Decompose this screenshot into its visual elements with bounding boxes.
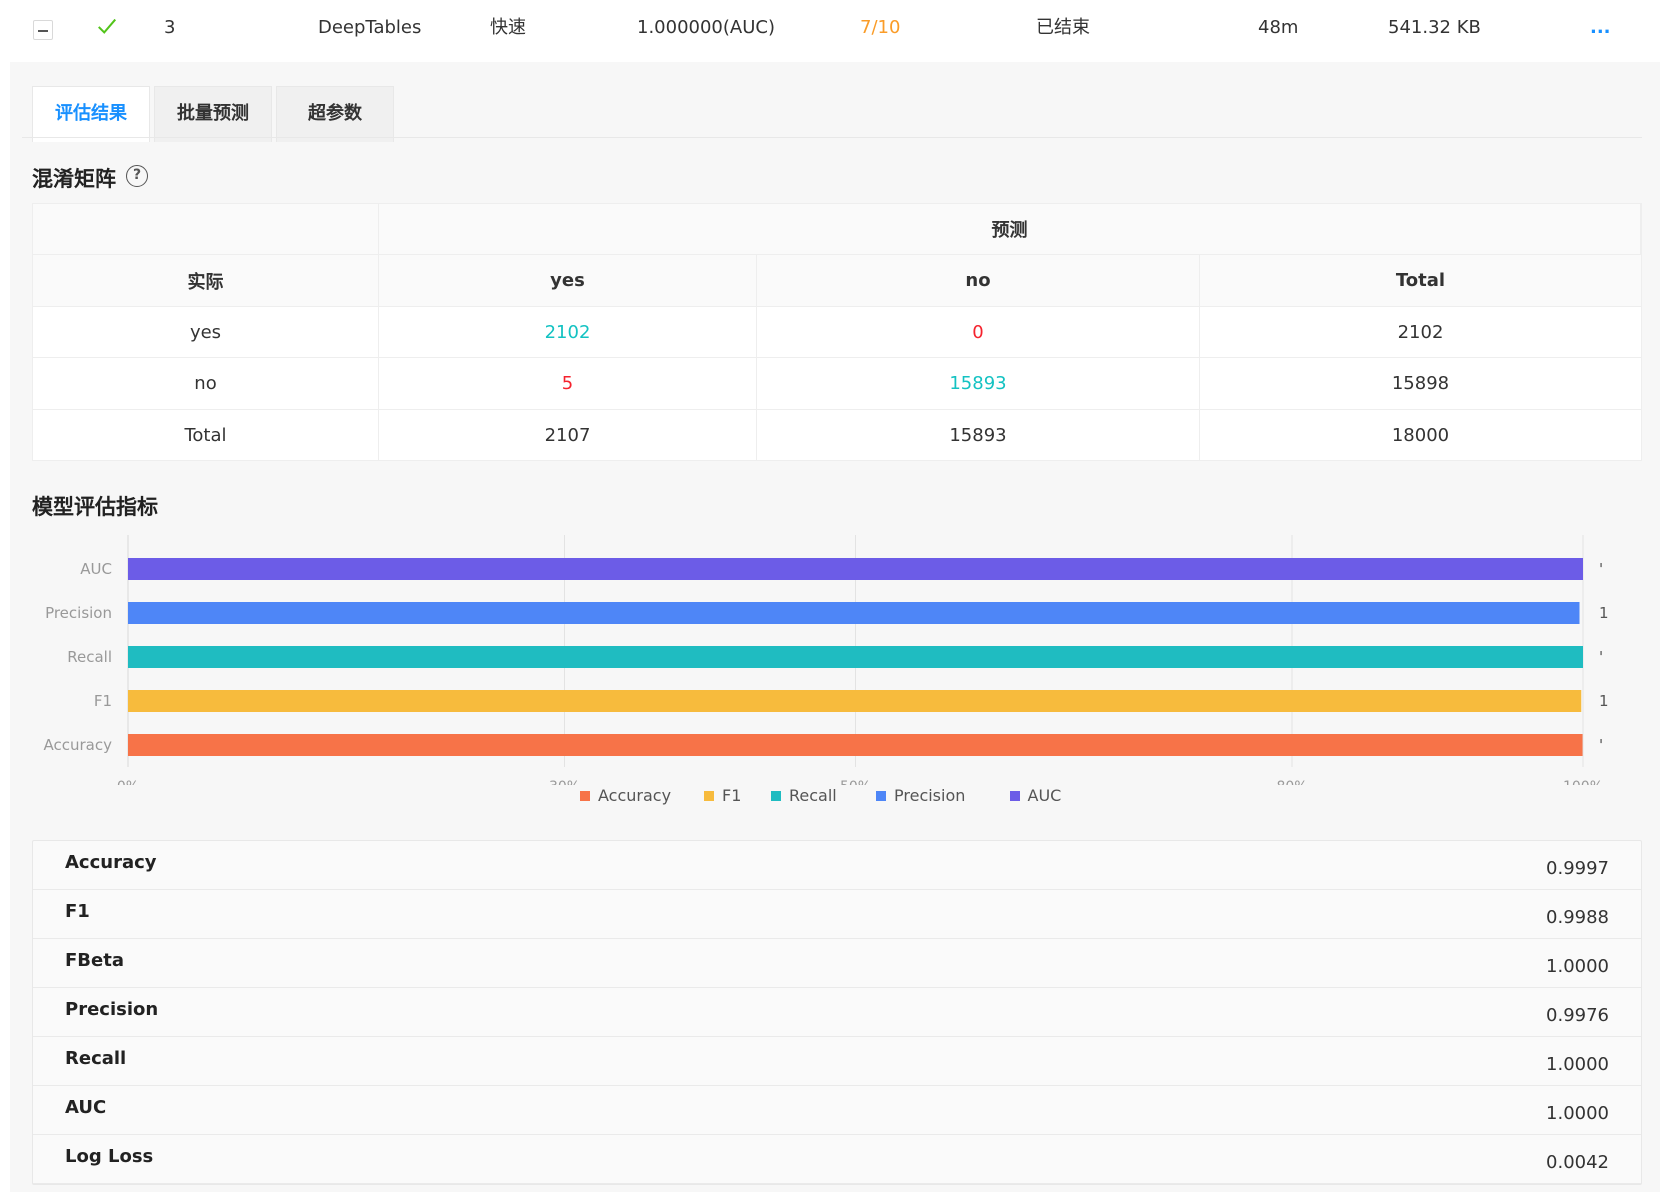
metrics-title: 模型评估指标: [32, 495, 158, 519]
cm-cell-fn: 0: [757, 307, 1200, 358]
bar-value-label: 1: [1599, 604, 1609, 622]
y-category-label: Recall: [67, 648, 112, 666]
cm-corner: [33, 204, 379, 255]
cm-row-label: yes: [33, 307, 379, 358]
x-tick-label: 30%: [549, 779, 580, 785]
bar-precision: [128, 602, 1580, 624]
legend-swatch: [876, 791, 886, 801]
metric-name: AUC: [65, 1097, 107, 1118]
legend-item[interactable]: Recall: [771, 786, 837, 806]
x-tick-label: 50%: [840, 779, 871, 785]
cm-cell-grand-total: 18000: [1391, 424, 1450, 446]
metrics-row: Accuracy 0.9997: [33, 841, 1641, 890]
score: 1.000000(AUC): [637, 17, 775, 38]
cm-cell-col-total: 2107: [379, 410, 757, 460]
mode: 快速: [490, 17, 526, 38]
model-name: DeepTables: [318, 17, 422, 38]
metrics-row: FBeta 1.0000: [33, 939, 1641, 988]
metric-value: 0.0042: [1546, 1152, 1609, 1173]
metrics-bar-chart: 0% 30% 50% 80% 100% AUC ' Precision 1 Recall ' F1 1 A…: [44, 535, 1609, 785]
bar-auc: [128, 558, 1583, 580]
cm-cell-col-total: 15893: [757, 410, 1200, 460]
cm-cell-row-total: 15898: [1200, 358, 1641, 410]
x-tick-label: 80%: [1276, 779, 1307, 785]
metric-name: F1: [65, 901, 90, 922]
x-tick-label: 0%: [117, 779, 139, 785]
y-category-label: AUC: [80, 560, 112, 578]
legend-item[interactable]: AUC: [1009, 786, 1062, 806]
collapse-toggle[interactable]: [33, 20, 53, 40]
bar-accuracy: [128, 734, 1583, 756]
cm-col-total: Total: [1200, 255, 1641, 307]
cm-cell-row-total: 2102: [1200, 307, 1641, 358]
metric-value: 1.0000: [1546, 956, 1609, 977]
metrics-row: F1 0.9988: [33, 890, 1641, 939]
legend-swatch: [1009, 791, 1020, 801]
metrics-row: Recall 1.0000: [33, 1037, 1641, 1086]
metrics-row: Log Loss 0.0042: [33, 1135, 1641, 1184]
metric-value: 1.0000: [1546, 1054, 1609, 1075]
legend-item[interactable]: Accuracy: [580, 786, 671, 806]
legend-label: Recall: [789, 786, 837, 805]
bar-value-label: ': [1599, 560, 1603, 578]
confusion-title: 混淆矩阵: [32, 167, 116, 191]
confusion-matrix: 预测 实际 yes no Total yes 2102 0 2102 no 5 …: [32, 203, 1642, 461]
y-category-label: F1: [94, 692, 112, 710]
tab-batch-predict[interactable]: 批量预测: [154, 86, 272, 142]
status: 已结束: [1036, 17, 1090, 38]
tab-hyperparams[interactable]: 超参数: [276, 86, 394, 142]
x-tick-label: 100%: [1563, 779, 1603, 785]
metric-name: Accuracy: [65, 852, 157, 873]
bar-value-label: 1: [1599, 692, 1609, 710]
cm-cell-tp: 2102: [379, 307, 757, 358]
cm-cell-tn: 15893: [757, 358, 1200, 410]
metric-name: FBeta: [65, 950, 124, 971]
metric-value: 0.9997: [1546, 858, 1609, 879]
legend-label: AUC: [1027, 786, 1062, 805]
legend-label: Precision: [894, 786, 966, 805]
row-index: 3: [164, 17, 176, 38]
legend-label: F1: [722, 786, 742, 805]
duration: 48m: [1258, 17, 1299, 38]
legend-item[interactable]: F1: [704, 786, 741, 806]
cm-col-no: no: [757, 255, 1200, 307]
y-category-label: Accuracy: [44, 736, 113, 754]
cm-col-yes: yes: [379, 255, 757, 307]
metric-value: 1.0000: [1546, 1103, 1609, 1124]
model-size: 541.32 KB: [1388, 17, 1481, 38]
legend-swatch: [704, 791, 714, 801]
legend-item[interactable]: Precision: [876, 786, 965, 806]
cm-predicted-header: 预测: [379, 204, 1641, 255]
metrics-row: AUC 1.0000: [33, 1086, 1641, 1135]
metrics-row: Precision 0.9976: [33, 988, 1641, 1037]
bar-f1: [128, 690, 1582, 712]
more-button[interactable]: ...: [1590, 0, 1611, 56]
bar-value-label: ': [1599, 736, 1603, 754]
experiment-row[interactable]: 3 DeepTables 快速 1.000000(AUC) 7/10 已结束 4…: [0, 0, 1660, 60]
cm-cell-fp: 5: [379, 358, 757, 410]
metric-name: Precision: [65, 999, 159, 1020]
tab-evaluation[interactable]: 评估结果: [32, 86, 150, 142]
y-category-label: Precision: [45, 604, 112, 622]
bar-value-label: ': [1599, 648, 1603, 666]
metric-name: Log Loss: [65, 1146, 154, 1167]
tab-divider: [22, 137, 1642, 138]
metric-value: 0.9988: [1546, 907, 1609, 928]
metrics-table: Accuracy 0.9997 F1 0.9988 FBeta 1.0000 Precisi…: [32, 840, 1642, 1185]
cm-row-label: no: [33, 358, 379, 410]
check-icon: [98, 18, 117, 34]
metric-name: Recall: [65, 1048, 127, 1069]
cm-actual-header: 实际: [33, 255, 379, 307]
legend-label: Accuracy: [598, 786, 672, 805]
cm-row-label: Total: [33, 410, 379, 460]
help-icon[interactable]: ?: [126, 165, 148, 187]
legend-swatch: [580, 791, 590, 801]
bar-recall: [128, 646, 1583, 668]
legend-swatch: [771, 791, 781, 801]
trials: 7/10: [860, 17, 901, 38]
metric-value: 0.9976: [1546, 1005, 1609, 1026]
